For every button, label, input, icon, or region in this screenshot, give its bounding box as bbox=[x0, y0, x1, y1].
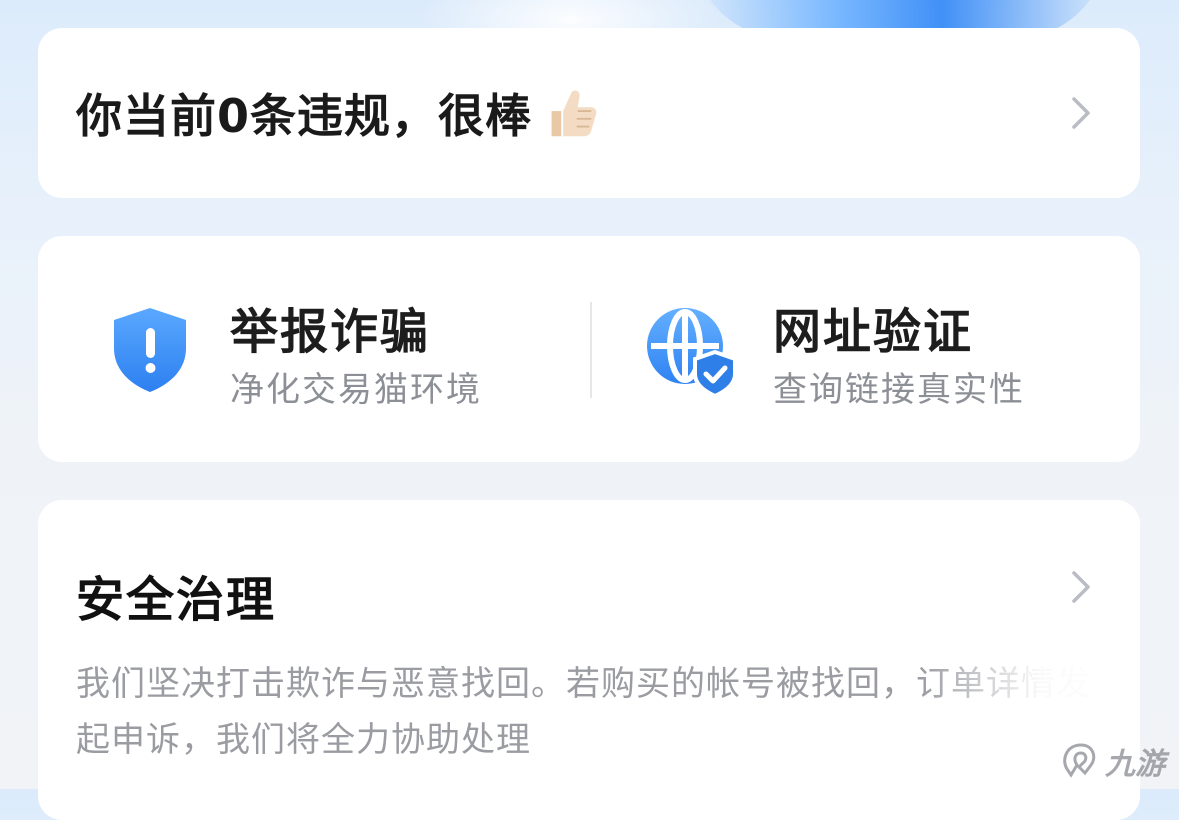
violation-status-card[interactable]: 你当前0条违规，很棒 bbox=[38, 28, 1140, 198]
report-fraud-button[interactable]: 举报诈骗 净化交易猫环境 bbox=[38, 236, 589, 462]
globe-shield-check-icon bbox=[647, 308, 737, 398]
url-verify-title: 网址验证 bbox=[773, 304, 974, 360]
url-verify-button[interactable]: 网址验证 查询链接真实性 bbox=[589, 236, 1140, 462]
report-fraud-title: 举报诈骗 bbox=[230, 304, 431, 360]
watermark: 九游 bbox=[1057, 739, 1165, 783]
url-verify-subtitle: 查询链接真实性 bbox=[773, 370, 1025, 410]
overlay-fade bbox=[920, 650, 1140, 730]
violation-status-text: 你当前0条违规，很棒 bbox=[76, 89, 533, 143]
watermark-text: 九游 bbox=[1105, 747, 1165, 782]
security-tools-card: 举报诈骗 净化交易猫环境 网址验证 查询链接真实性 bbox=[38, 236, 1140, 462]
jiuyou-logo-icon bbox=[1063, 743, 1096, 778]
violation-status: 你当前0条违规，很棒 bbox=[76, 80, 600, 146]
chevron-right-icon[interactable] bbox=[1070, 569, 1092, 605]
thumbs-up-icon bbox=[551, 90, 597, 137]
shield-exclamation-icon bbox=[114, 308, 186, 392]
governance-card[interactable]: 安全治理 我们坚决打击欺诈与恶意找回。若购买的帐号被找回，订单详情发起申诉，我们… bbox=[38, 500, 1140, 820]
governance-title: 安全治理 bbox=[76, 572, 277, 628]
report-fraud-subtitle: 净化交易猫环境 bbox=[230, 370, 482, 410]
chevron-right-icon[interactable] bbox=[1070, 95, 1092, 131]
